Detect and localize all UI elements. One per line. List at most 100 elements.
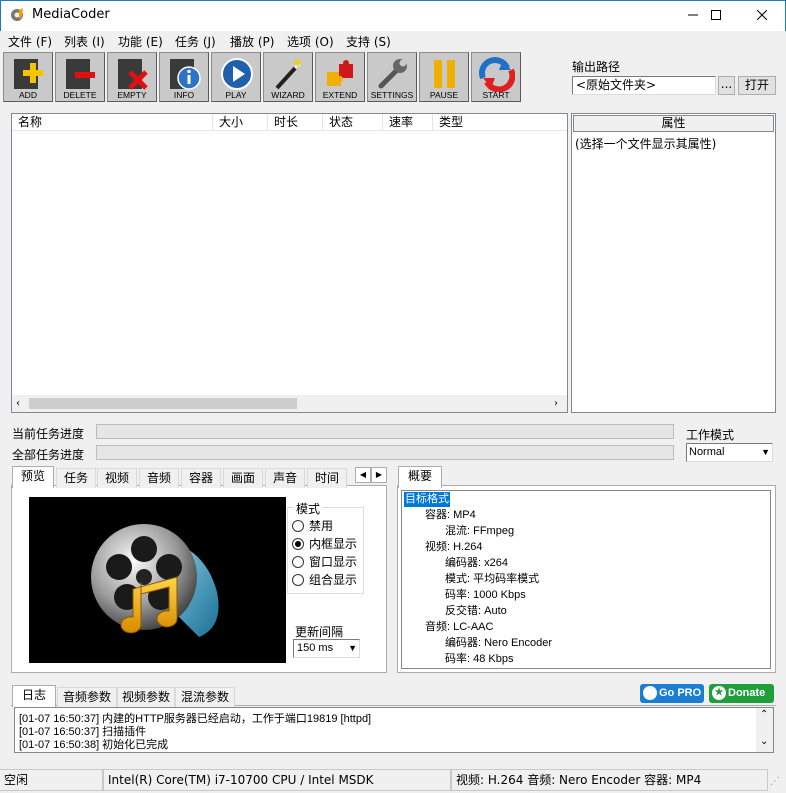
- play-button[interactable]: PLAY: [211, 52, 261, 102]
- add-label: ADD: [19, 90, 37, 100]
- mode-radio-0[interactable]: 禁用: [292, 517, 333, 534]
- menu-file[interactable]: 文件 (F): [8, 33, 52, 50]
- tree-node[interactable]: 容器: MP4: [424, 508, 477, 523]
- menu-list[interactable]: 列表 (I): [64, 33, 105, 50]
- tab-container[interactable]: 容器: [181, 468, 221, 488]
- chevron-down-icon: ▼: [761, 447, 770, 457]
- interval-select[interactable]: 150 ms ▼: [293, 639, 360, 658]
- start-label: START: [482, 90, 510, 100]
- mediacoder-logo-icon: [91, 524, 219, 637]
- info-label: INFO: [173, 90, 195, 100]
- tab-video[interactable]: 视频: [97, 468, 137, 488]
- info-button[interactable]: INFO: [159, 52, 209, 102]
- donate-button[interactable]: ★ Donate: [709, 684, 774, 703]
- pause-label: PAUSE: [429, 90, 459, 100]
- scroll-up-icon[interactable]: ⌃: [760, 709, 768, 720]
- tree-node[interactable]: 混流: FFmpeg: [444, 524, 515, 539]
- scroll-right-icon[interactable]: ›: [554, 398, 558, 409]
- maximize-button[interactable]: [693, 0, 739, 30]
- maximize-icon: [711, 10, 721, 20]
- mode-radio-1[interactable]: 内框显示: [292, 535, 357, 552]
- tree-node[interactable]: 视频: H.264: [424, 540, 483, 555]
- radio-icon[interactable]: [292, 519, 304, 532]
- workmode-select[interactable]: Normal ▼: [686, 443, 773, 462]
- scroll-down-icon[interactable]: ⌄: [760, 736, 768, 747]
- tab-log[interactable]: 日志: [12, 685, 56, 707]
- properties-hint: (选择一个文件显示其属性): [575, 137, 717, 151]
- column-type[interactable]: 类型: [433, 114, 567, 131]
- start-button[interactable]: START: [471, 52, 521, 102]
- column-duration[interactable]: 时长: [268, 114, 323, 131]
- tab-time[interactable]: 时间: [307, 468, 347, 488]
- horizontal-scrollbar[interactable]: ‹ ›: [12, 395, 567, 412]
- mode-radio-3[interactable]: 组合显示: [292, 571, 357, 588]
- resize-grip-icon[interactable]: ⋰: [770, 776, 780, 787]
- mode-radio-2[interactable]: 窗口显示: [292, 553, 357, 570]
- chevron-down-icon: ▼: [348, 643, 357, 653]
- settings-button[interactable]: SETTINGS: [367, 52, 417, 102]
- tab-picture[interactable]: 画面: [223, 468, 263, 488]
- radio-icon[interactable]: [292, 537, 304, 550]
- tab-summary[interactable]: 概要: [398, 466, 442, 488]
- tab-audio[interactable]: 音频: [139, 468, 179, 488]
- play-icon: [221, 58, 253, 90]
- radio-icon[interactable]: [292, 573, 304, 586]
- preview-area: [29, 497, 286, 663]
- menu-function[interactable]: 功能 (E): [118, 33, 163, 50]
- add-icon: [14, 59, 43, 89]
- tree-node[interactable]: 码率: 48 Kbps: [444, 652, 514, 667]
- tab-mux-params[interactable]: 混流参数: [175, 687, 235, 707]
- column-status[interactable]: 状态: [323, 114, 383, 131]
- tabs-scroll-left-icon[interactable]: ◀: [355, 467, 371, 483]
- menu-task[interactable]: 任务 (J): [175, 33, 216, 50]
- tab-preview[interactable]: 预览: [12, 466, 54, 488]
- close-button[interactable]: [739, 0, 785, 30]
- puzzle-icon: [327, 60, 353, 86]
- tree-node[interactable]: 音频: LC-AAC: [424, 620, 494, 635]
- empty-icon: [118, 59, 148, 90]
- tab-audio-params[interactable]: 音频参数: [57, 687, 117, 707]
- mode-radio-label: 窗口显示: [309, 555, 358, 569]
- title-bar[interactable]: [0, 0, 786, 31]
- output-path-label: 输出路径: [572, 60, 621, 74]
- tree-node[interactable]: 反交错: Auto: [444, 604, 508, 619]
- tree-node[interactable]: 编码器: Nero Encoder: [444, 636, 553, 651]
- donate-label: Donate: [728, 687, 766, 699]
- radio-dot: [295, 540, 301, 547]
- browse-button[interactable]: ...: [718, 76, 735, 95]
- radio-icon[interactable]: [292, 555, 304, 568]
- scrollbar-thumb[interactable]: [29, 398, 297, 409]
- delete-button[interactable]: DELETE: [55, 52, 105, 102]
- extend-button[interactable]: EXTEND: [315, 52, 365, 102]
- scroll-left-icon[interactable]: ‹: [16, 398, 20, 409]
- open-button[interactable]: 打开: [738, 76, 776, 95]
- status-state: 空闲: [0, 769, 103, 791]
- file-list[interactable]: 名称 大小 时长 状态 速率 类型 ‹ ›: [11, 113, 568, 413]
- menu-play[interactable]: 播放 (P): [230, 33, 274, 50]
- output-path-input[interactable]: <原始文件夹>: [572, 76, 716, 95]
- tree-node[interactable]: 码率: 1000 Kbps: [444, 588, 527, 603]
- wizard-button[interactable]: WIZARD: [263, 52, 313, 102]
- tree-node[interactable]: 编码器: x264: [444, 556, 509, 571]
- column-size[interactable]: 大小: [213, 114, 268, 131]
- menu-options[interactable]: 选项 (O): [287, 33, 334, 50]
- mode-group-label: 模式: [294, 500, 323, 517]
- vertical-scrollbar[interactable]: ⌃ ⌄: [756, 708, 773, 752]
- add-button[interactable]: ADD: [3, 52, 53, 102]
- menu-support[interactable]: 支持 (S): [346, 33, 391, 50]
- pause-button[interactable]: PAUSE: [419, 52, 469, 102]
- column-speed[interactable]: 速率: [383, 114, 433, 131]
- tab-task[interactable]: 任务: [56, 468, 96, 488]
- tree-node[interactable]: 目标格式: [404, 492, 450, 507]
- log-box[interactable]: [01-07 16:50:37] 内建的HTTP服务器已经启动，工作于端口198…: [14, 707, 774, 753]
- summary-tree[interactable]: 目标格式 容器: MP4 混流: FFmpeg 视频: H.264 编码器: x264 模…: [401, 490, 771, 669]
- tabs-scroll-right-icon[interactable]: ▶: [371, 467, 387, 483]
- tab-sound[interactable]: 声音: [265, 468, 305, 488]
- gopro-button[interactable]: Go PRO: [640, 684, 704, 703]
- column-name[interactable]: 名称: [12, 114, 213, 131]
- empty-button[interactable]: EMPTY: [107, 52, 157, 102]
- tree-node[interactable]: 模式: 平均码率模式: [444, 572, 540, 587]
- star-icon: ★: [712, 686, 726, 700]
- tab-video-params[interactable]: 视频参数: [117, 687, 175, 707]
- delete-label: DELETE: [63, 90, 97, 100]
